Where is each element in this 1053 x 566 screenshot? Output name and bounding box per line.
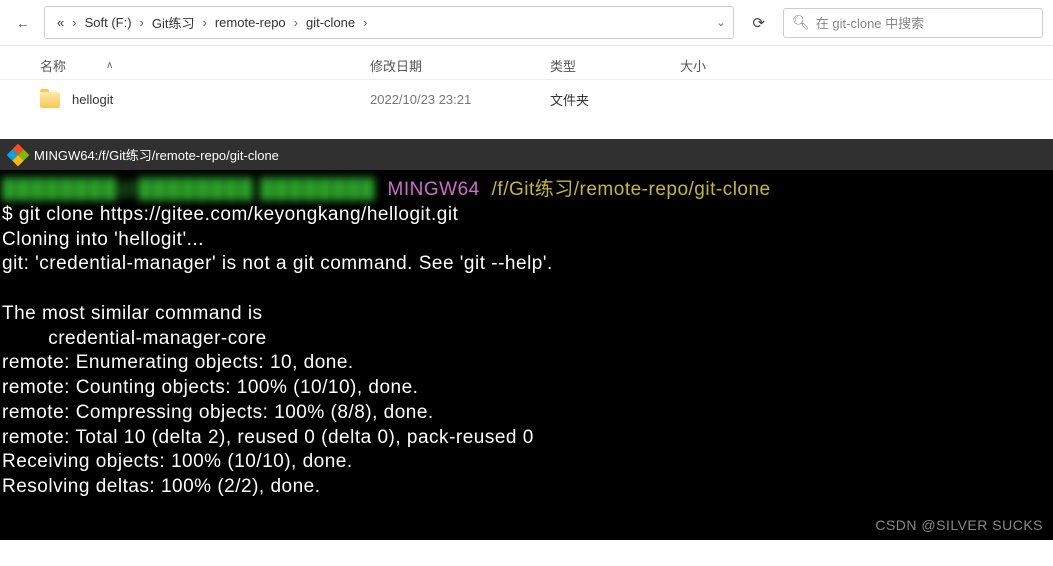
file-date: 2022/10/23 23:21 xyxy=(370,92,550,107)
crumb-folder[interactable]: git-clone xyxy=(302,13,359,32)
search-placeholder: 在 git-clone 中搜索 xyxy=(816,13,924,32)
search-icon: 🔍︎ xyxy=(792,14,810,31)
crumb-folder[interactable]: Git练习 xyxy=(148,11,199,34)
table-row[interactable]: hellogit 2022/10/23 23:21 文件夹 xyxy=(0,80,1053,119)
breadcrumb[interactable]: « Soft (F:) Git练习 remote-repo git-clone … xyxy=(44,6,734,39)
terminal-window: MINGW64:/f/Git练习/remote-repo/git-clone █… xyxy=(0,139,1053,540)
output-line: Resolving deltas: 100% (2/2), done. xyxy=(2,476,321,497)
terminal-title-bar[interactable]: MINGW64:/f/Git练习/remote-repo/git-clone xyxy=(0,139,1053,170)
crumb-folder[interactable]: remote-repo xyxy=(211,13,290,32)
output-line: git: 'credential-manager' is not a git c… xyxy=(2,253,553,274)
back-button[interactable]: ← xyxy=(10,11,36,35)
output-line: remote: Enumerating objects: 10, done. xyxy=(2,352,354,373)
output-line: remote: Counting objects: 100% (10/10), … xyxy=(2,377,418,398)
output-line: Cloning into 'hellogit'... xyxy=(2,229,204,250)
column-name[interactable]: 名称 ∧ xyxy=(40,56,370,75)
redacted-user: ████████@████████ ████████ xyxy=(2,178,376,202)
terminal-body[interactable]: ████████@████████ ████████ MINGW64 /f/Gi… xyxy=(0,170,1053,540)
crumb-drive[interactable]: Soft (F:) xyxy=(81,13,136,32)
prompt-env: MINGW64 xyxy=(388,179,480,200)
output-line: credential-manager-core xyxy=(2,328,267,349)
output-line: The most similar command is xyxy=(2,303,263,324)
column-headers: 名称 ∧ 修改日期 类型 大小 xyxy=(0,46,1053,80)
search-input[interactable]: 🔍︎ 在 git-clone 中搜索 xyxy=(783,8,1043,38)
column-date[interactable]: 修改日期 xyxy=(370,56,550,75)
sort-indicator-icon: ∧ xyxy=(106,60,113,71)
breadcrumb-dropdown-icon[interactable]: ⌄ xyxy=(716,16,725,29)
terminal-title: MINGW64:/f/Git练习/remote-repo/git-clone xyxy=(34,145,279,164)
output-line: remote: Compressing objects: 100% (8/8),… xyxy=(2,402,434,423)
refresh-button[interactable]: ⟳ xyxy=(742,10,775,36)
folder-icon xyxy=(40,92,60,108)
file-type: 文件夹 xyxy=(550,90,680,109)
output-line: Receiving objects: 100% (10/10), done. xyxy=(2,451,353,472)
watermark: CSDN @SILVER SUCKS xyxy=(875,517,1043,535)
column-type[interactable]: 类型 xyxy=(550,56,680,75)
column-size[interactable]: 大小 xyxy=(680,56,760,75)
crumb-root[interactable]: « xyxy=(53,13,68,32)
mintty-icon xyxy=(7,143,30,166)
output-line: remote: Total 10 (delta 2), reused 0 (de… xyxy=(2,427,534,448)
prompt-path: /f/Git练习/remote-repo/git-clone xyxy=(492,179,771,200)
command-line: $ git clone https://gitee.com/keyongkang… xyxy=(2,204,458,225)
file-name: hellogit xyxy=(72,92,113,107)
explorer-address-bar: ← « Soft (F:) Git练习 remote-repo git-clon… xyxy=(0,0,1053,46)
